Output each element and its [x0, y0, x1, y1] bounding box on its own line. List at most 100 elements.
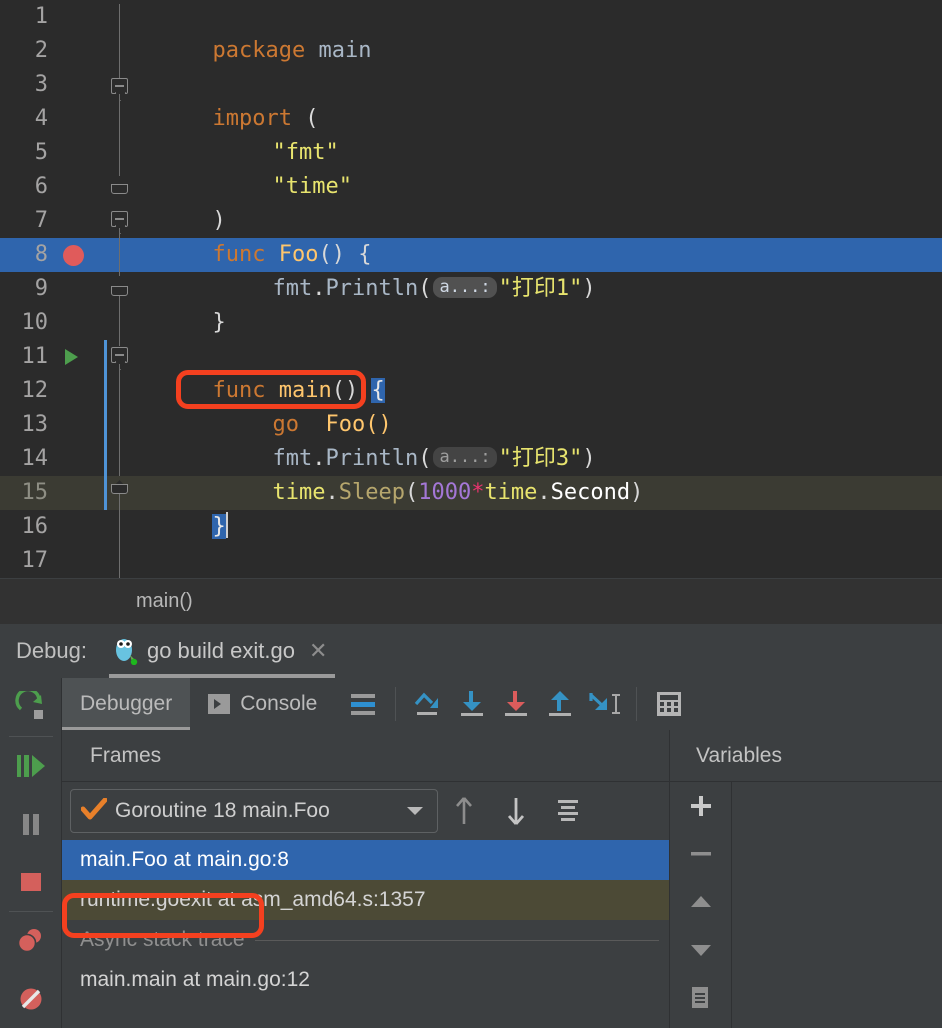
frames-filter-button[interactable]: [542, 786, 594, 836]
debug-actions-toolbar[interactable]: [0, 678, 62, 1028]
code-line-content: fmt.Println(a...: "打印1"): [193, 238, 595, 301]
frames-panel-header: Frames: [62, 730, 670, 782]
breadcrumb-item-main[interactable]: main(): [136, 590, 193, 613]
debug-session-tab[interactable]: go build exit.go ✕: [108, 624, 336, 678]
step-over-button[interactable]: [406, 682, 450, 726]
variables-title: Variables: [696, 744, 782, 767]
fold-guide-line: [119, 228, 120, 276]
rerun-button[interactable]: [0, 678, 62, 736]
copy-icon: [692, 987, 708, 1008]
pause-program-button[interactable]: [0, 795, 62, 853]
frame-list-item[interactable]: main.Foo at main.go:8: [62, 840, 669, 880]
triangle-down-icon: [691, 945, 711, 956]
calculator-icon: [657, 692, 682, 716]
line-number: 12: [21, 378, 49, 403]
parameter-hint-inlay[interactable]: a...:: [433, 277, 497, 298]
force-step-into-button[interactable]: [494, 682, 538, 726]
go-gopher-icon: [113, 637, 139, 666]
step-over-icon: [415, 692, 439, 715]
resume-program-button[interactable]: [0, 737, 62, 795]
fold-end-foo[interactable]: [111, 282, 128, 296]
remove-watch-button[interactable]: [670, 830, 732, 878]
breakpoint-icon[interactable]: [63, 245, 84, 266]
tab-console-label: Console: [240, 692, 318, 715]
variables-pane[interactable]: [732, 782, 942, 1028]
stack-filter-icon: [558, 800, 578, 821]
run-to-cursor-button[interactable]: [582, 682, 626, 726]
step-out-icon: [549, 691, 572, 716]
separator-line: [254, 939, 659, 941]
token-operator: *: [471, 480, 485, 505]
toolbar-divider: [636, 687, 638, 721]
close-icon[interactable]: ✕: [309, 640, 327, 662]
code-line-content: func main() {: [133, 340, 385, 403]
line-number: 5: [34, 140, 48, 165]
fold-end-import[interactable]: [111, 180, 128, 194]
folding-gutter[interactable]: [107, 0, 133, 578]
run-main-marker[interactable]: [58, 340, 94, 374]
stop-icon: [21, 873, 41, 891]
fold-toggle-foo[interactable]: [111, 211, 128, 227]
token-constant: Second: [550, 480, 631, 505]
frames-title: Frames: [90, 744, 162, 767]
code-line[interactable]: 14 time.Sleep(1000*time.Second): [0, 442, 942, 505]
code-line-content: go Foo(): [193, 374, 391, 437]
line-number: 4: [34, 106, 48, 131]
code-line[interactable]: 11 func main() {: [0, 340, 942, 403]
token-paren: (: [404, 480, 419, 505]
stop-button[interactable]: [0, 853, 62, 911]
mute-breakpoints-button[interactable]: [0, 970, 62, 1028]
code-line-content: "fmt": [193, 102, 338, 165]
fold-guide-line: [119, 364, 120, 476]
frames-down-button[interactable]: [490, 786, 542, 836]
view-breakpoints-button[interactable]: [0, 912, 62, 970]
token-dot: .: [312, 276, 326, 301]
chevron-down-icon[interactable]: [407, 807, 423, 815]
step-out-button[interactable]: [538, 682, 582, 726]
async-stack-trace-label: Async stack trace: [80, 928, 245, 951]
tab-debugger[interactable]: Debugger: [62, 678, 191, 730]
code-line[interactable]: 3 import (: [0, 68, 942, 131]
frames-up-button[interactable]: [438, 786, 490, 836]
token-brace-selected: }: [212, 514, 226, 539]
line-number: 3: [34, 72, 48, 97]
run-to-cursor-icon: [589, 693, 621, 714]
code-line[interactable]: 1 package main: [0, 0, 942, 63]
copy-value-button[interactable]: [670, 974, 732, 1022]
move-watch-down-button[interactable]: [670, 926, 732, 974]
code-line[interactable]: 7 func Foo() {: [0, 204, 942, 267]
code-line[interactable]: 6 ): [0, 170, 942, 233]
frames-list[interactable]: main.Foo at main.go:8 runtime.goexit at …: [62, 840, 670, 1028]
fold-end-main[interactable]: [111, 480, 128, 494]
token-method: Sleep: [338, 480, 405, 505]
code-line-content: "time": [193, 136, 351, 199]
add-watch-button[interactable]: [670, 782, 732, 830]
fold-toggle-main[interactable]: [111, 347, 128, 363]
triangle-up-icon: [691, 896, 711, 907]
evaluate-expression-button[interactable]: [647, 682, 691, 726]
line-number: 7: [34, 208, 48, 233]
frame-list-item[interactable]: main.main at main.go:12: [62, 960, 669, 1000]
goroutine-dropdown[interactable]: Goroutine 18 main.Foo: [70, 789, 438, 833]
variables-actions-toolbar[interactable]: [670, 782, 732, 1028]
debugger-tabstrip[interactable]: Debugger Console: [62, 678, 942, 730]
tab-console[interactable]: Console: [190, 678, 335, 730]
breakpoint-marker[interactable]: [58, 238, 94, 272]
goroutine-selector-row[interactable]: Goroutine 18 main.Foo: [62, 782, 670, 840]
step-into-button[interactable]: [450, 682, 494, 726]
layout-settings-button[interactable]: [341, 682, 385, 726]
line-number: 8: [34, 242, 48, 267]
move-watch-up-button[interactable]: [670, 878, 732, 926]
force-step-into-icon: [505, 691, 528, 716]
run-icon[interactable]: [65, 349, 78, 365]
line-number: 2: [34, 38, 48, 63]
token-paren: (: [418, 276, 432, 301]
breadcrumb-bar[interactable]: main(): [0, 578, 942, 624]
minus-icon: [691, 852, 711, 856]
fold-toggle-import[interactable]: [111, 78, 128, 94]
token-receiver: time: [272, 480, 326, 505]
line-number: 11: [21, 344, 49, 369]
code-editor[interactable]: 1 package main 2 3 import ( 4 "fmt" 5 "t…: [0, 0, 942, 578]
fold-guide-line: [119, 94, 120, 176]
frame-list-item[interactable]: runtime.goexit at asm_amd64.s:1357: [62, 880, 669, 920]
